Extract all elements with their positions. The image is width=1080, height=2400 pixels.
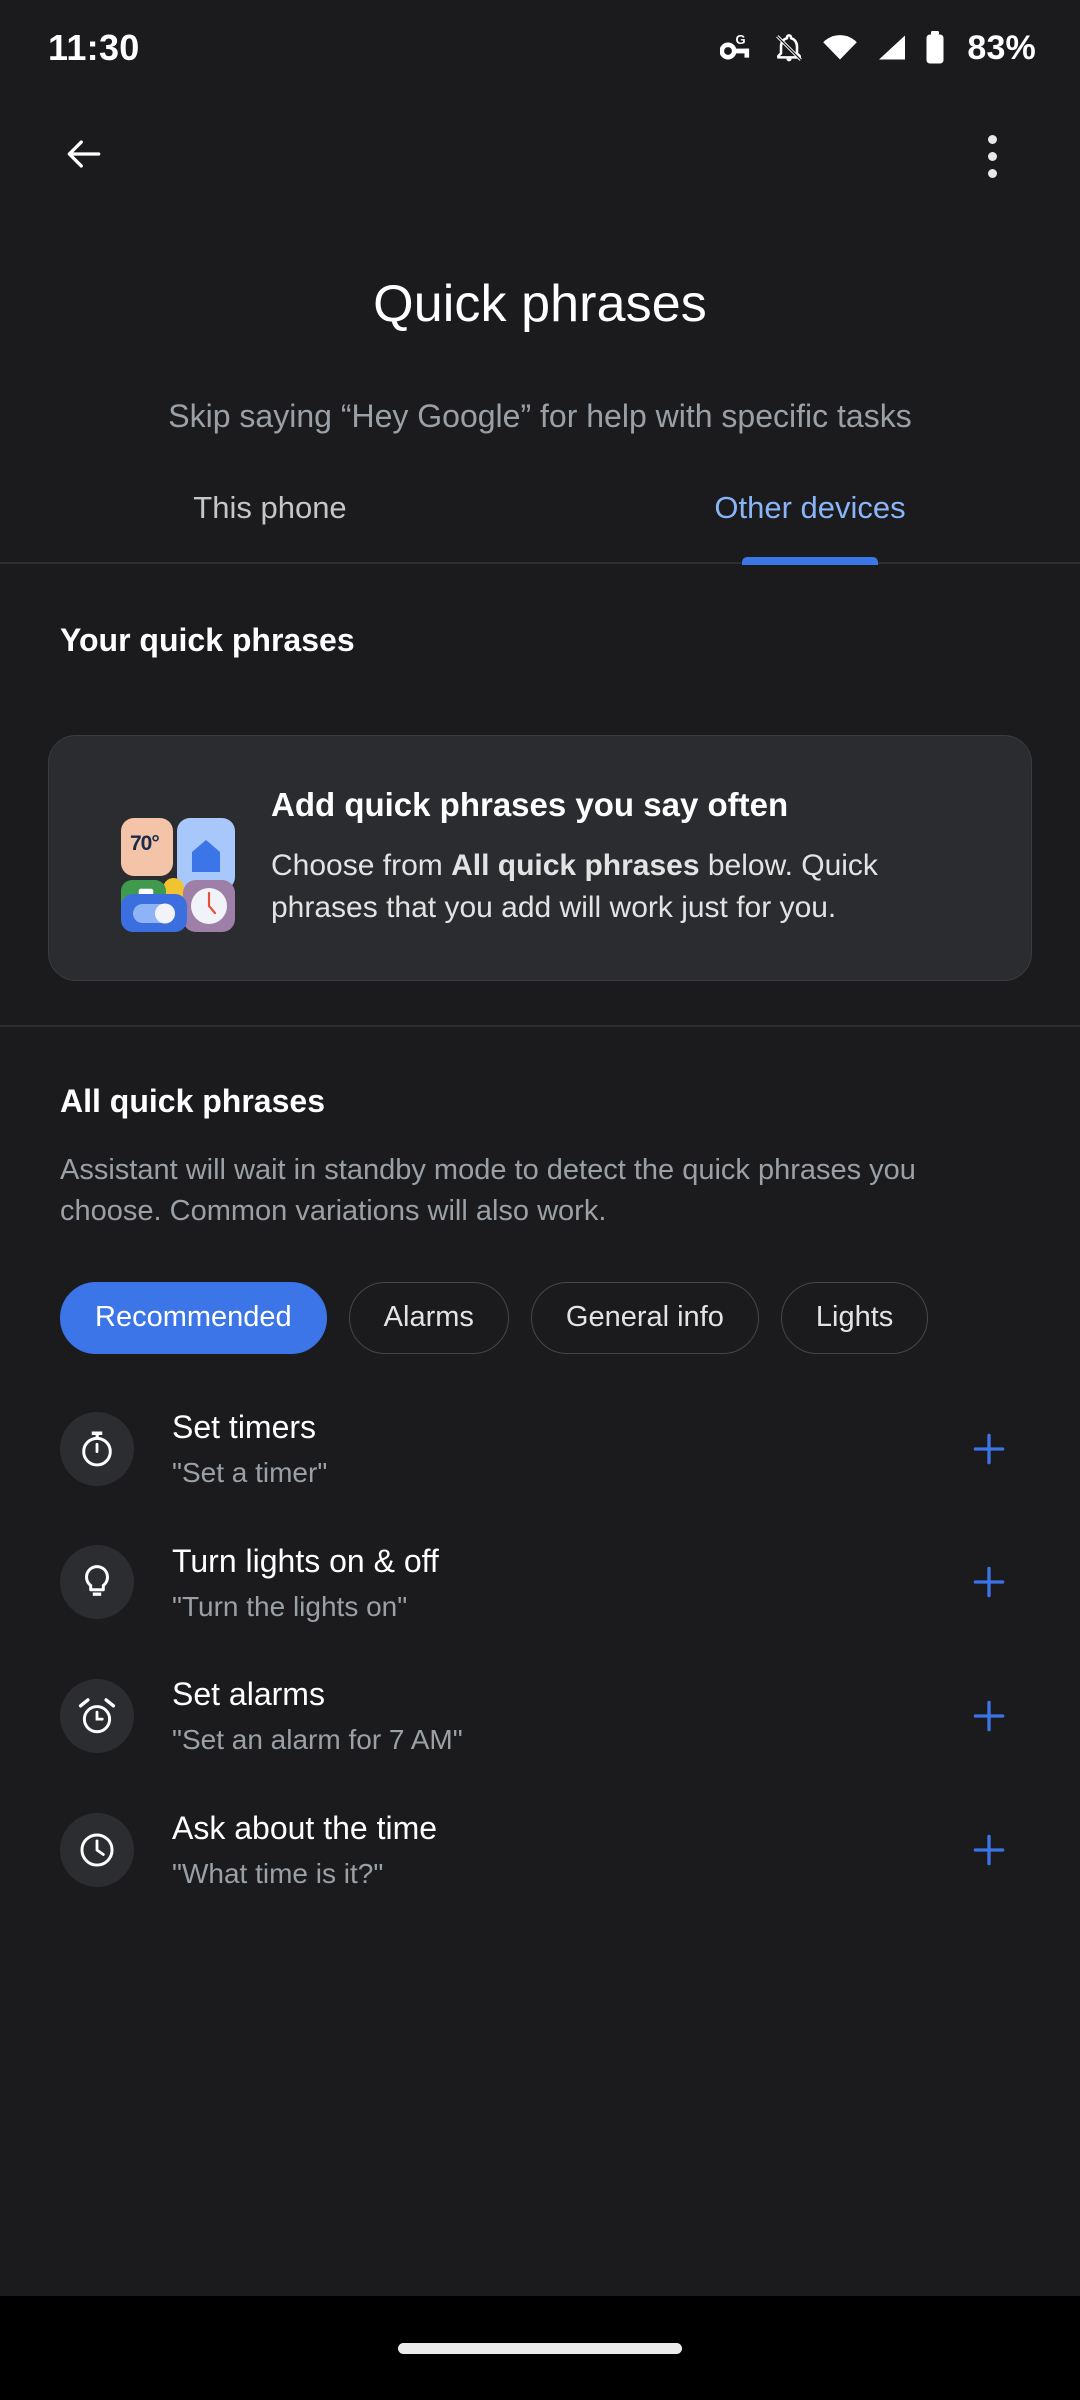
- your-quick-phrases-heading: Your quick phrases: [60, 621, 355, 658]
- toggle-tile-icon: [121, 893, 187, 932]
- list-item-text: Turn lights on & off "Turn the lights on…: [172, 1542, 950, 1624]
- list-item-example: "Set an alarm for 7 AM": [172, 1724, 463, 1756]
- list-item-example: "What time is it?": [172, 1857, 384, 1889]
- chip-alarms[interactable]: Alarms: [348, 1281, 509, 1354]
- page-subtitle: Skip saying “Hey Google” for help with s…: [168, 398, 912, 434]
- list-item-text: Ask about the time "What time is it?": [172, 1809, 950, 1891]
- status-icon-group: G 83%: [720, 29, 1036, 68]
- gesture-navigation-bar: [0, 2296, 1080, 2400]
- list-item[interactable]: Set timers "Set a timer": [0, 1382, 1080, 1516]
- add-phrase-button[interactable]: [950, 1677, 1028, 1755]
- wifi-icon: [822, 34, 858, 62]
- cellular-signal-icon: [875, 34, 907, 62]
- tab-this-phone[interactable]: This phone: [0, 490, 540, 562]
- smart-home-tiles-illustration: 70°: [121, 817, 235, 932]
- alarm-icon: [60, 1679, 134, 1753]
- plus-icon: [973, 1834, 1005, 1865]
- card-heading: Add quick phrases you say often: [271, 785, 789, 823]
- status-bar: 11:30 G 83%: [0, 0, 1080, 96]
- add-phrase-button[interactable]: [950, 1543, 1028, 1621]
- timer-icon: [60, 1411, 134, 1486]
- clock-icon: [60, 1812, 134, 1887]
- battery-icon: [924, 31, 946, 65]
- back-arrow-icon: [62, 132, 106, 181]
- add-phrase-button[interactable]: [950, 1410, 1028, 1488]
- list-item-title: Ask about the time: [172, 1809, 438, 1846]
- tab-bar: This phone Other devices: [0, 490, 1080, 564]
- all-quick-phrases-heading: All quick phrases: [60, 1082, 325, 1119]
- list-item-example: "Set a timer": [172, 1456, 328, 1488]
- clock-tile-icon: [183, 879, 235, 932]
- list-item-text: Set timers "Set a timer": [172, 1408, 950, 1490]
- home-gesture-handle[interactable]: [398, 2342, 682, 2354]
- list-item[interactable]: Ask about the time "What time is it?": [0, 1783, 1080, 1917]
- section-divider: [0, 1024, 1080, 1027]
- add-quick-phrases-card[interactable]: 70° Add quick phrases you say often Choo…: [48, 734, 1032, 981]
- card-text-block: Add quick phrases you say often Choose f…: [271, 780, 991, 932]
- battery-percent-label: 83%: [967, 28, 1036, 67]
- more-vert-icon: [987, 134, 997, 178]
- svg-text:G: G: [736, 33, 746, 47]
- lightbulb-icon: [60, 1545, 134, 1620]
- category-chip-row: Recommended Alarms General info Lights: [0, 1281, 1080, 1354]
- tab-other-devices[interactable]: Other devices: [540, 490, 1080, 562]
- chip-general-info[interactable]: General info: [530, 1281, 759, 1354]
- password-key-google-icon: G: [720, 33, 756, 63]
- list-item-title: Turn lights on & off: [172, 1542, 439, 1579]
- list-item-example: "Turn the lights on": [172, 1590, 408, 1622]
- status-clock: 11:30: [48, 27, 140, 68]
- page-content: Your quick phrases 70° Add quick phrases…: [0, 564, 1080, 2296]
- add-phrase-button[interactable]: [950, 1811, 1028, 1889]
- overflow-menu-button[interactable]: [956, 120, 1028, 192]
- all-quick-phrases-description: Assistant will wait in standby mode to d…: [60, 1153, 916, 1227]
- list-item-title: Set alarms: [172, 1676, 325, 1713]
- card-body-bold: All quick phrases: [451, 848, 700, 882]
- quick-phrase-list: Set timers "Set a timer" Turn lights on …: [0, 1382, 1080, 1917]
- back-button[interactable]: [48, 120, 120, 192]
- plus-icon: [973, 1567, 1005, 1598]
- list-item-title: Set timers: [172, 1408, 317, 1445]
- app-bar: [0, 96, 1080, 216]
- weather-temp-label: 70°: [130, 831, 160, 855]
- chip-lights[interactable]: Lights: [780, 1281, 929, 1354]
- page-title: Quick phrases: [373, 275, 707, 333]
- weather-tile-icon: 70°: [121, 817, 173, 876]
- plus-icon: [973, 1433, 1005, 1465]
- list-item[interactable]: Set alarms "Set an alarm for 7 AM": [0, 1649, 1080, 1783]
- phone-screen: 11:30 G 83% Quick phrases Skip saying “H…: [0, 0, 1080, 2400]
- plus-icon: [973, 1700, 1005, 1732]
- card-body-part1: Choose from: [271, 848, 452, 882]
- chip-recommended[interactable]: Recommended: [60, 1281, 327, 1354]
- card-body: Choose from All quick phrases below. Qui…: [271, 845, 991, 930]
- list-item[interactable]: Turn lights on & off "Turn the lights on…: [0, 1516, 1080, 1650]
- notifications-off-icon: [773, 32, 805, 64]
- list-item-text: Set alarms "Set an alarm for 7 AM": [172, 1675, 950, 1757]
